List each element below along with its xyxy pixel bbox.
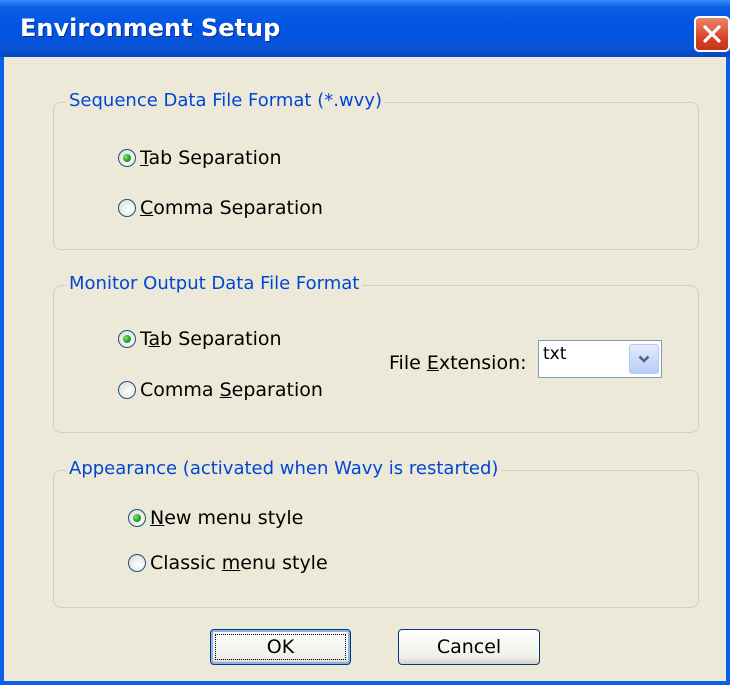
- radio-button[interactable]: [118, 330, 136, 348]
- appearance-group: [53, 470, 699, 608]
- sequence-format-legend: Sequence Data File Format (*.wvy): [66, 90, 385, 112]
- new-menu-style-radio[interactable]: New menu style: [128, 506, 303, 530]
- sequence-comma-radio[interactable]: Comma Separation: [118, 196, 323, 220]
- title-bar[interactable]: Environment Setup: [0, 0, 730, 57]
- radio-button[interactable]: [118, 149, 136, 167]
- file-extension-label: File Extension:: [389, 352, 527, 374]
- radio-label: Comma Separation: [140, 379, 323, 401]
- file-extension-value: txt: [543, 344, 567, 364]
- radio-button[interactable]: [128, 509, 146, 527]
- sequence-tab-radio[interactable]: Tab Separation: [118, 146, 282, 170]
- ok-button[interactable]: OK: [210, 629, 351, 665]
- monitor-comma-radio[interactable]: Comma Separation: [118, 378, 323, 402]
- cancel-button[interactable]: Cancel: [398, 629, 540, 665]
- appearance-legend: Appearance (activated when Wavy is resta…: [66, 458, 502, 480]
- radio-button[interactable]: [128, 554, 146, 572]
- radio-button[interactable]: [118, 381, 136, 399]
- close-button[interactable]: [694, 16, 730, 52]
- chevron-down-icon: [638, 355, 650, 363]
- close-icon: [703, 25, 721, 43]
- radio-label: New menu style: [150, 507, 304, 529]
- environment-setup-dialog: Environment Setup Sequence Data File For…: [0, 0, 730, 685]
- radio-label: Classic menu style: [150, 552, 328, 574]
- monitor-format-legend: Monitor Output Data File Format: [66, 273, 363, 295]
- dropdown-button[interactable]: [629, 344, 659, 374]
- radio-label: Tab Separation: [140, 328, 282, 350]
- window-title: Environment Setup: [20, 14, 281, 42]
- sequence-format-group: [53, 102, 699, 250]
- file-extension-select[interactable]: txt: [538, 340, 662, 378]
- radio-label: Comma Separation: [140, 197, 323, 219]
- radio-label: Tab Separation: [140, 147, 282, 169]
- monitor-tab-radio[interactable]: Tab Separation: [118, 327, 282, 351]
- radio-button[interactable]: [118, 199, 136, 217]
- classic-menu-style-radio[interactable]: Classic menu style: [128, 551, 328, 575]
